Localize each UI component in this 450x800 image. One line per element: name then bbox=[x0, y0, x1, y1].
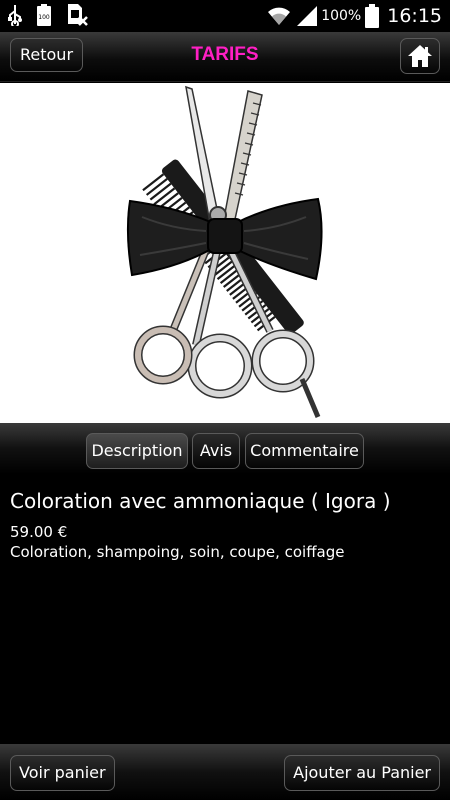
home-button[interactable] bbox=[400, 38, 440, 74]
signal-icon bbox=[297, 6, 318, 26]
product-title: Coloration avec ammoniaque ( Igora ) bbox=[10, 489, 391, 513]
usb-icon bbox=[8, 5, 22, 26]
product-image bbox=[0, 83, 450, 423]
battery-100-icon: 100 bbox=[37, 4, 51, 26]
tab-description[interactable]: Description bbox=[86, 433, 188, 469]
sim-missing-icon bbox=[68, 4, 88, 26]
battery-icon bbox=[365, 4, 380, 28]
battery-100-label: 100 bbox=[38, 14, 50, 21]
clock: 16:15 bbox=[387, 5, 442, 27]
status-bar: 100 100% 16:15 bbox=[0, 0, 450, 32]
scissors-comb-bowtie-illustration bbox=[126, 85, 323, 418]
product-description: Coloration, shampoing, soin, coupe, coif… bbox=[10, 543, 345, 561]
wifi-icon bbox=[268, 7, 291, 25]
view-cart-button[interactable]: Voir panier bbox=[10, 755, 115, 791]
tab-commentaire[interactable]: Commentaire bbox=[245, 433, 364, 469]
product-price: 59.00 € bbox=[10, 523, 68, 541]
status-right-icons: 100% 16:15 bbox=[267, 2, 442, 30]
add-to-cart-button[interactable]: Ajouter au Panier bbox=[284, 755, 440, 791]
battery-percent: 100% bbox=[321, 8, 362, 24]
bottom-bar: Voir panier Ajouter au Panier bbox=[0, 744, 450, 800]
tab-bar: Description Avis Commentaire bbox=[0, 423, 450, 474]
home-icon bbox=[408, 45, 432, 67]
title-bar: Retour TARIFS bbox=[0, 32, 450, 82]
status-left-icons: 100 bbox=[8, 4, 88, 26]
page-title: TARIFS bbox=[191, 44, 259, 65]
product-details: Coloration avec ammoniaque ( Igora ) 59.… bbox=[10, 486, 440, 562]
tab-avis[interactable]: Avis bbox=[192, 433, 240, 469]
